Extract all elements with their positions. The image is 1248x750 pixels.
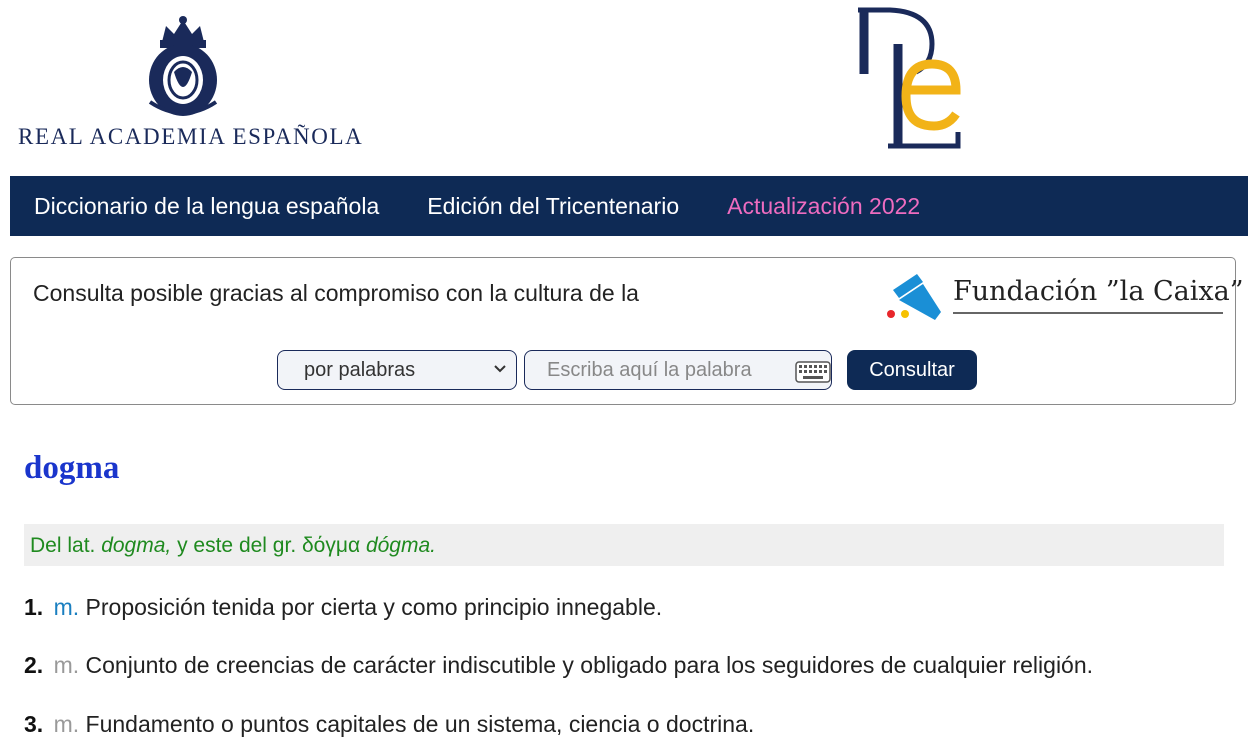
rae-crest-icon [148,16,218,116]
sense-2: 2. m. Conjunto de creencias de carácter … [24,652,1093,679]
sense-definition: Proposición tenida por cierta y como pri… [85,594,663,620]
caixa-underline [953,312,1223,314]
entry-headword: dogma [24,450,120,486]
consultar-button[interactable]: Consultar [847,350,977,390]
search-mode-select[interactable]: por palabras [277,350,517,390]
sense-abbr[interactable]: m. [54,711,80,737]
rae-logo[interactable]: REAL ACADEMIA ESPAÑOLA [16,10,364,152]
site-header: REAL ACADEMIA ESPAÑOLA [0,0,1248,176]
sense-number: 3. [24,711,44,737]
sense-definition: Conjunto de creencias de carácter indisc… [85,652,1094,678]
etymology-greek: dógma. [365,534,436,557]
search-mode-value: por palabras [304,359,416,381]
search-input-placeholder: Escriba aquí la palabra [547,359,752,381]
nav-item-tricentenario[interactable]: Edición del Tricentenario [427,193,679,220]
etymology-latin[interactable]: dogma, [101,534,171,557]
main-nav: Diccionario de la lengua española Edició… [10,176,1248,236]
caixa-logo[interactable]: Fundación ”la Caixa” [883,270,1244,326]
caixa-star-icon [887,274,941,320]
sense-3: 3. m. Fundamento o puntos capitales de u… [24,711,754,738]
caixa-logo-text: Fundación ”la Caixa” [953,276,1244,307]
etymology-text-2: y este del gr. δόγμα [171,534,366,557]
nav-item-actualizacion[interactable]: Actualización 2022 [727,193,920,220]
nav-item-diccionario[interactable]: Diccionario de la lengua española [34,193,379,220]
rae-logo-text: REAL ACADEMIA ESPAÑOLA [18,124,364,149]
sense-1: 1. m. Proposición tenida por cierta y co… [24,594,662,621]
search-input[interactable]: Escriba aquí la palabra [524,350,832,390]
sense-abbr[interactable]: m. [54,652,80,678]
sense-definition: Fundamento o puntos capitales de un sist… [85,711,755,737]
sense-number: 1. [24,594,44,620]
sense-number: 2. [24,652,44,678]
search-panel: Consulta posible gracias al compromiso c… [10,257,1244,405]
keyboard-icon[interactable] [795,361,831,383]
sponsor-text: Consulta posible gracias al compromiso c… [33,280,639,306]
sense-abbr[interactable]: m. [54,594,80,620]
dle-logo[interactable] [850,4,970,154]
etymology: Del lat. dogma, y este del gr. δόγμα dóg… [24,524,1224,566]
etymology-text-1: Del lat. [30,534,102,557]
chevron-down-icon [494,365,506,373]
